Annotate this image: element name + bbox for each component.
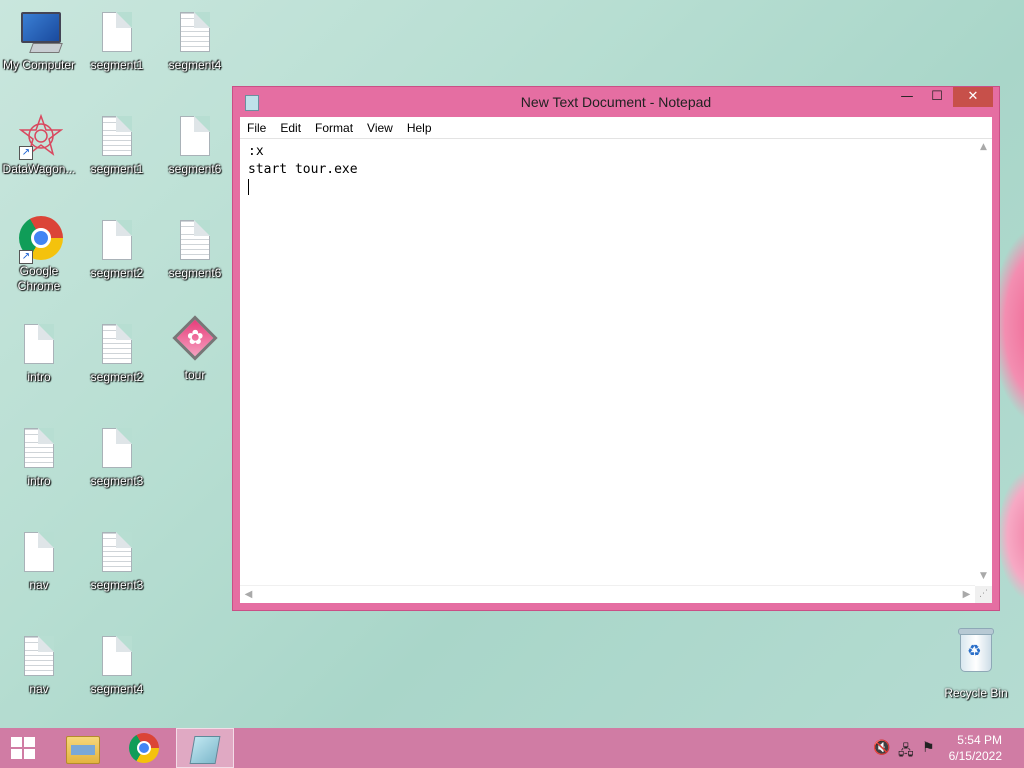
notepad-window: New Text Document - Notepad — ☐ ✕ File Ed… (232, 86, 1000, 611)
desktop-icon-label: nav (29, 682, 49, 696)
desktop-icon-segment3[interactable]: segment3 (78, 426, 156, 489)
desktop-icon-label: intro (27, 474, 51, 488)
text-file-icon (19, 426, 59, 472)
document-icon (97, 426, 137, 472)
action-center-flag-icon[interactable]: ⚑ (922, 740, 935, 756)
folder-icon (66, 736, 100, 764)
desktop-icon-segment1-txt[interactable]: segment1 (78, 114, 156, 177)
tour-app-icon (172, 315, 218, 366)
document-icon (19, 530, 59, 576)
maximize-button[interactable]: ☐ (923, 87, 951, 107)
menu-bar: File Edit Format View Help (240, 117, 992, 139)
desktop-icon-segment4[interactable]: segment4 (78, 634, 156, 697)
desktop-icon-label: segment6 (168, 266, 222, 280)
desktop-icon-label: segment4 (90, 682, 144, 696)
chrome-icon: ↗ (19, 216, 63, 264)
chrome-icon (129, 733, 159, 763)
desktop-icon-label: intro (27, 370, 51, 384)
clock-date: 6/15/2022 (948, 749, 1002, 763)
menu-edit[interactable]: Edit (273, 118, 308, 139)
window-title: New Text Document - Notepad (520, 94, 712, 110)
desktop-icon-label: tour (184, 368, 206, 382)
title-bar[interactable]: New Text Document - Notepad — ☐ ✕ (233, 87, 999, 117)
document-icon (97, 218, 137, 264)
scroll-right-icon[interactable]: ▶ (958, 586, 975, 603)
text-editor[interactable]: :x start tour.exe ▲ ▼ ◀ ▶ ⋰ (240, 139, 992, 603)
desktop-icon-label: Google Chrome (17, 264, 61, 293)
wallpaper-petal (999, 470, 1024, 600)
notepad-icon (189, 736, 221, 764)
volume-muted-icon[interactable]: 🔇 (873, 740, 890, 756)
scroll-left-icon[interactable]: ◀ (240, 586, 257, 603)
network-icon[interactable]: 🖧 (898, 740, 914, 764)
menu-help[interactable]: Help (400, 118, 439, 139)
taskbar-notepad[interactable] (176, 728, 234, 768)
text-file-icon (19, 634, 59, 680)
resize-grip-icon[interactable]: ⋰ (975, 586, 992, 603)
desktop-icon-label: segment1 (90, 58, 144, 72)
desktop-icon-segment2-txt[interactable]: segment2 (78, 322, 156, 385)
desktop-icon-google-chrome[interactable]: ↗ Google Chrome (0, 216, 78, 294)
document-icon (97, 10, 137, 56)
menu-view[interactable]: View (360, 118, 400, 139)
document-icon (19, 322, 59, 368)
desktop-icon-label: segment1 (90, 162, 144, 176)
document-icon (97, 634, 137, 680)
desktop-icon-segment6[interactable]: segment6 (156, 114, 234, 177)
desktop-icon-segment4-txt[interactable]: segment4 (156, 10, 234, 73)
text-file-icon (97, 530, 137, 576)
taskbar: 🔇 🖧 ⚑ 5:54 PM 6/15/2022 (0, 728, 1024, 768)
desktop-icon-my-computer[interactable]: My Computer (0, 10, 78, 73)
clock-time: 5:54 PM (957, 733, 1002, 747)
desktop-icon-label: segment6 (168, 162, 222, 176)
desktop-icon-label: segment3 (90, 578, 144, 592)
desktop-icon-datawagon[interactable]: ↗ DataWagon... (0, 114, 78, 177)
menu-file[interactable]: File (240, 118, 273, 139)
computer-icon (19, 10, 63, 56)
system-clock[interactable]: 5:54 PM 6/15/2022 (949, 732, 1002, 764)
menu-format[interactable]: Format (308, 118, 360, 139)
desktop-icon-nav-txt[interactable]: nav (0, 634, 78, 697)
desktop-icon-label: nav (29, 578, 49, 592)
desktop-icon-nav[interactable]: nav (0, 530, 78, 593)
minimize-button[interactable]: — (893, 87, 921, 107)
scroll-up-icon[interactable]: ▲ (975, 139, 992, 156)
text-file-icon (97, 114, 137, 160)
start-button[interactable] (0, 728, 48, 768)
desktop-icon-label: DataWagon... (2, 162, 76, 176)
editor-content[interactable]: :x start tour.exe (248, 143, 358, 179)
taskbar-file-explorer[interactable] (54, 728, 110, 768)
desktop-icon-recycle-bin[interactable]: Recycle Bin (941, 628, 1011, 700)
scroll-down-icon[interactable]: ▼ (975, 568, 992, 585)
desktop-icon-label: segment2 (90, 266, 144, 280)
text-file-icon (175, 218, 215, 264)
text-file-icon (97, 322, 137, 368)
desktop-icon-label: segment3 (90, 474, 144, 488)
desktop-icon-segment2[interactable]: segment2 (78, 218, 156, 281)
horizontal-scrollbar[interactable]: ◀ ▶ (240, 585, 975, 603)
desktop-icon-intro[interactable]: intro (0, 322, 78, 385)
recycle-bin-icon (958, 628, 994, 672)
desktop-icon-label: Recycle Bin (944, 686, 1008, 700)
desktop-icon-segment3-txt[interactable]: segment3 (78, 530, 156, 593)
datawagon-icon: ↗ (19, 114, 63, 160)
close-button[interactable]: ✕ (953, 87, 993, 107)
document-icon (175, 114, 215, 160)
desktop-icon-segment1[interactable]: segment1 (78, 10, 156, 73)
vertical-scrollbar[interactable]: ▲ ▼ (975, 139, 992, 585)
text-caret (248, 179, 249, 195)
desktop-icon-label: segment2 (90, 370, 144, 384)
desktop-icon-label: segment4 (168, 58, 222, 72)
desktop-icon-tour[interactable]: tour (156, 315, 234, 383)
desktop-icon-label: My Computer (2, 58, 76, 72)
text-file-icon (175, 10, 215, 56)
desktop-icon-intro-txt[interactable]: intro (0, 426, 78, 489)
taskbar-chrome[interactable] (116, 728, 172, 768)
desktop-icon-segment6-txt[interactable]: segment6 (156, 218, 234, 281)
windows-logo-icon (11, 737, 37, 759)
